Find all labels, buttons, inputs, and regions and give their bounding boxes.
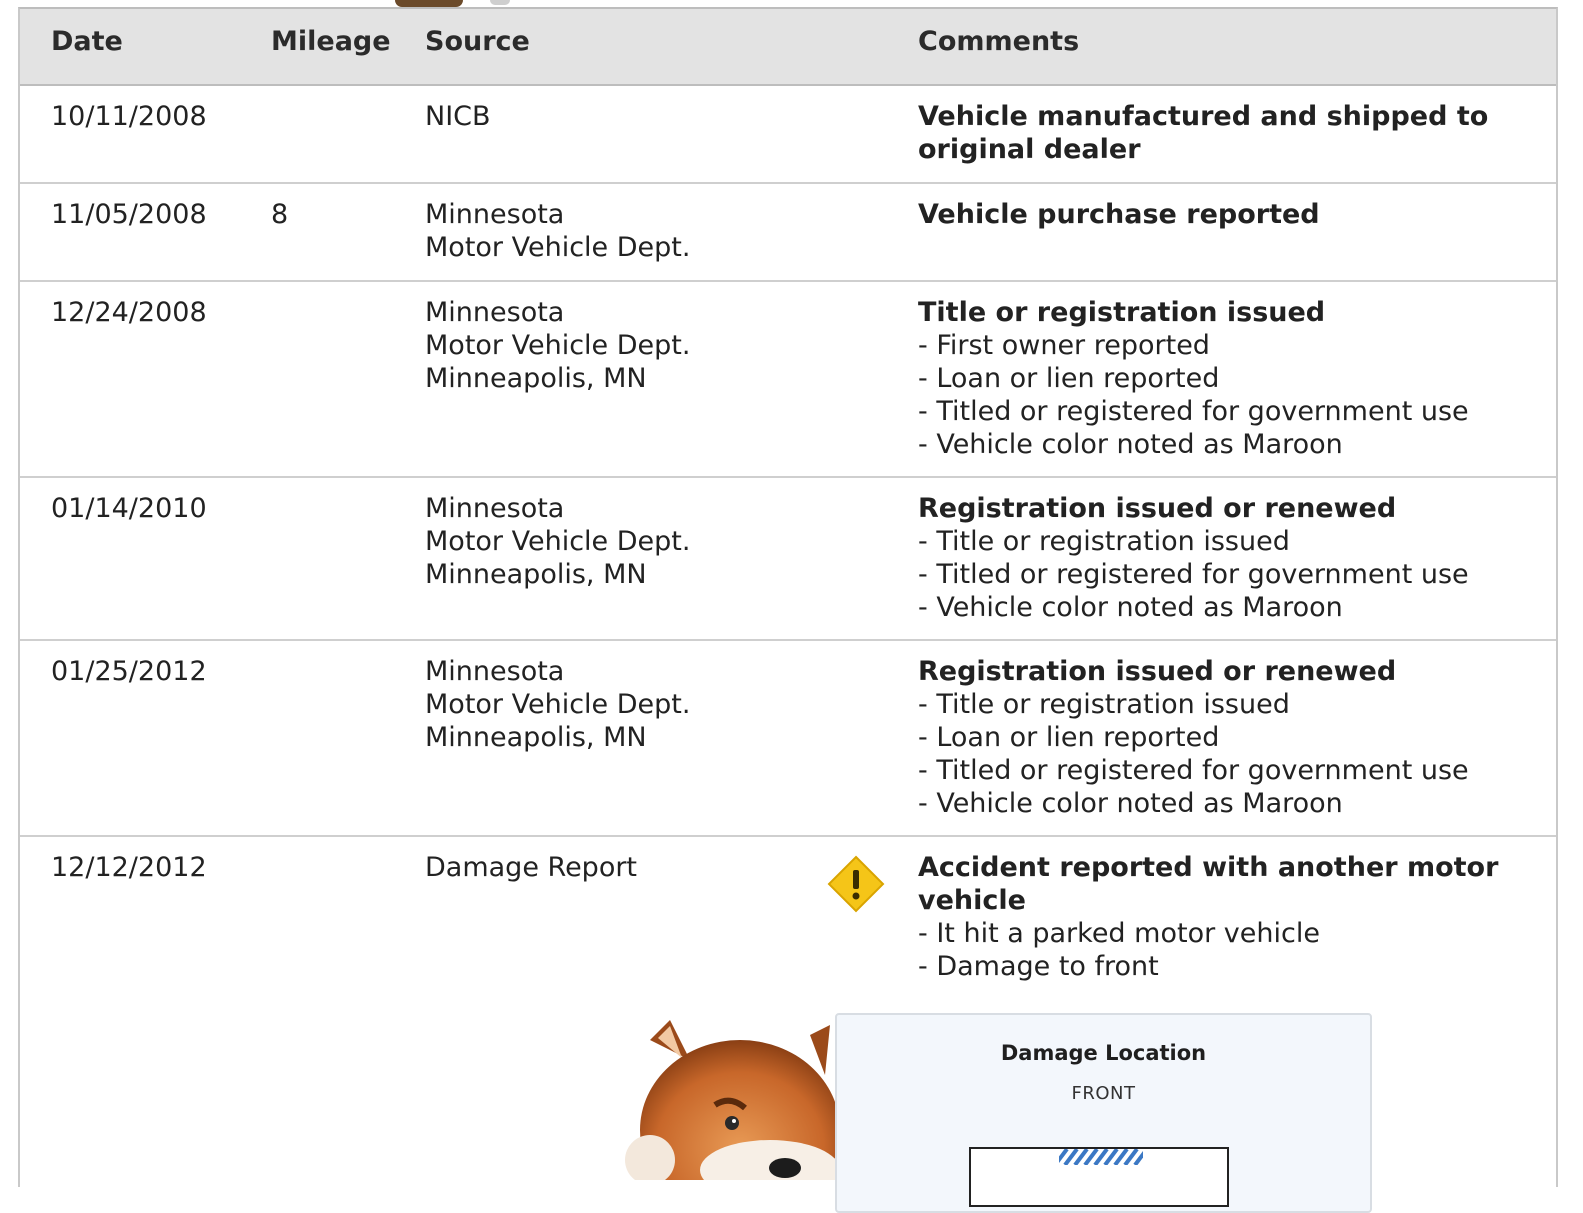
row-date: 10/11/2008	[51, 101, 207, 132]
comment-item: - Titled or registered for government us…	[918, 559, 1469, 590]
source-line: Motor Vehicle Dept.	[425, 330, 691, 361]
comment-title: Accident reported with another motor veh…	[918, 852, 1499, 916]
row-source: Minnesota Motor Vehicle Dept. Minneapoli…	[425, 296, 845, 395]
comment-item: - Titled or registered for government us…	[918, 396, 1469, 427]
comment-item: - Vehicle color noted as Maroon	[918, 592, 1343, 623]
front-damage-marker-icon	[1059, 1149, 1143, 1165]
row-date: 12/12/2012	[51, 852, 207, 883]
source-line: Motor Vehicle Dept.	[425, 232, 691, 263]
header-source: Source	[425, 26, 530, 57]
comment-item: - Titled or registered for government us…	[918, 755, 1469, 786]
header-mileage: Mileage	[271, 26, 391, 57]
source-line: Minneapolis, MN	[425, 363, 647, 394]
header-date: Date	[51, 26, 123, 57]
header-comments: Comments	[918, 26, 1080, 57]
comment-item: - Title or registration issued	[918, 526, 1290, 557]
table-row: 11/05/2008 8 Minnesota Motor Vehicle Dep…	[20, 184, 1556, 282]
fox-mascot-icon	[625, 1020, 840, 1180]
comment-item: - Loan or lien reported	[918, 722, 1220, 753]
comment-title: Registration issued or renewed	[918, 656, 1397, 687]
row-comments: Accident reported with another motor veh…	[918, 851, 1538, 983]
row-comments: Vehicle manufactured and shipped to orig…	[918, 100, 1538, 166]
row-date: 12/24/2008	[51, 297, 207, 328]
comment-item: - Title or registration issued	[918, 689, 1290, 720]
comment-item: - First owner reported	[918, 330, 1210, 361]
decorative-peek	[490, 0, 510, 5]
row-source: Damage Report	[425, 851, 845, 884]
table-row: 12/12/2012 Damage Report Accident report…	[20, 837, 1556, 1213]
source-line: Minnesota	[425, 656, 565, 687]
row-date: 01/25/2012	[51, 656, 207, 687]
row-comments: Vehicle purchase reported	[918, 198, 1538, 231]
vehicle-history-table: Date Mileage Source Comments 10/11/2008 …	[18, 7, 1558, 1213]
source-line: Motor Vehicle Dept.	[425, 689, 691, 720]
table-row: 10/11/2008 NICB Vehicle manufactured and…	[20, 86, 1556, 184]
table-header: Date Mileage Source Comments	[20, 9, 1556, 86]
source-line: Minnesota	[425, 297, 565, 328]
source-line: Minnesota	[425, 199, 565, 230]
source-line: Motor Vehicle Dept.	[425, 526, 691, 557]
mascot-ear-peek	[395, 0, 463, 7]
source-line: Minnesota	[425, 493, 565, 524]
row-mileage: 8	[271, 199, 289, 230]
comment-item: - It hit a parked motor vehicle	[918, 918, 1320, 949]
comment-title: Registration issued or renewed	[918, 493, 1397, 524]
row-source: Minnesota Motor Vehicle Dept. Minneapoli…	[425, 492, 845, 591]
damage-card-subtitle: FRONT	[1071, 1083, 1136, 1104]
row-comments: Title or registration issued - First own…	[918, 296, 1538, 461]
comment-title: Vehicle manufactured and shipped to orig…	[918, 101, 1489, 165]
comment-item: - Vehicle color noted as Maroon	[918, 429, 1343, 460]
source-line: Minneapolis, MN	[425, 559, 647, 590]
comment-title: Vehicle purchase reported	[918, 199, 1320, 230]
source-line: Minneapolis, MN	[425, 722, 647, 753]
table-row: 01/14/2010 Minnesota Motor Vehicle Dept.…	[20, 478, 1556, 641]
table-row: 12/24/2008 Minnesota Motor Vehicle Dept.…	[20, 282, 1556, 478]
row-date: 11/05/2008	[51, 199, 207, 230]
row-source: Minnesota Motor Vehicle Dept.	[425, 198, 845, 264]
source-line: Damage Report	[425, 852, 638, 883]
row-source: Minnesota Motor Vehicle Dept. Minneapoli…	[425, 655, 845, 754]
row-comments: Registration issued or renewed - Title o…	[918, 655, 1538, 820]
source-line: NICB	[425, 101, 491, 132]
vehicle-diagram	[969, 1147, 1229, 1207]
comment-item: - Damage to front	[918, 951, 1159, 982]
damage-location-card: Damage Location FRONT	[835, 1013, 1372, 1213]
comment-title: Title or registration issued	[918, 297, 1326, 328]
row-date: 01/14/2010	[51, 493, 207, 524]
table-row: 01/25/2012 Minnesota Motor Vehicle Dept.…	[20, 641, 1556, 837]
comment-item: - Loan or lien reported	[918, 363, 1220, 394]
row-source: NICB	[425, 100, 845, 133]
warning-diamond-icon	[827, 855, 885, 913]
row-comments: Registration issued or renewed - Title o…	[918, 492, 1538, 624]
comment-item: - Vehicle color noted as Maroon	[918, 788, 1343, 819]
damage-card-title: Damage Location	[1000, 1041, 1207, 1065]
